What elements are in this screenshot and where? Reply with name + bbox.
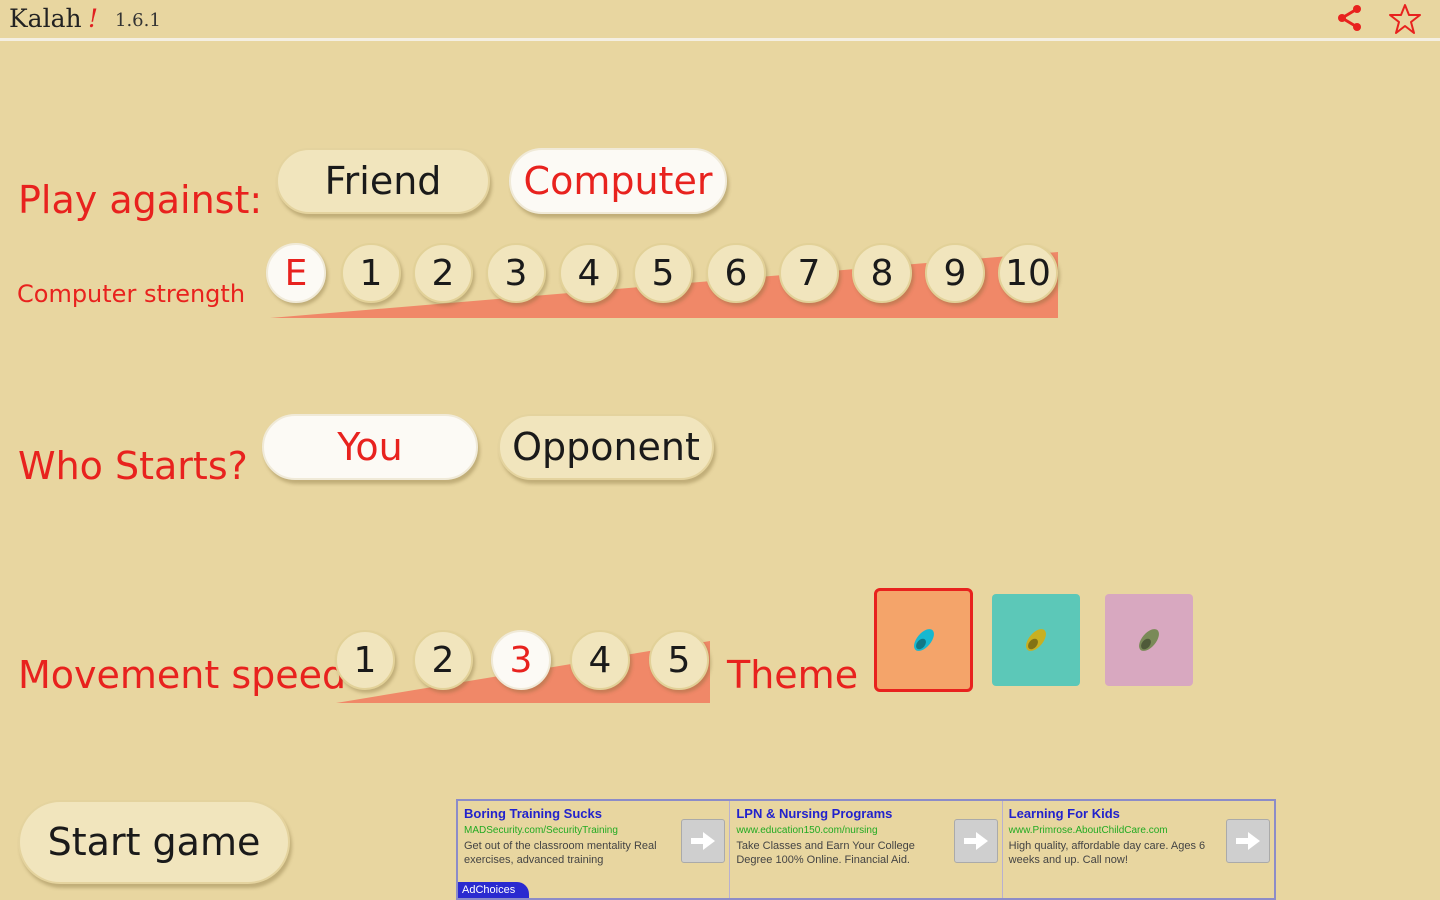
ad-item[interactable]: Learning For Kids www.Primrose.AboutChil… bbox=[1003, 801, 1274, 898]
ad-banner[interactable]: Boring Training Sucks MADSecurity.com/Se… bbox=[456, 799, 1276, 900]
speed-level-4[interactable]: 4 bbox=[570, 630, 630, 690]
app-title: Kalah bbox=[9, 4, 82, 33]
theme-label: Theme bbox=[727, 653, 859, 697]
app-version: 1.6.1 bbox=[115, 10, 161, 31]
theme-orange-tile[interactable] bbox=[874, 588, 973, 692]
seed-icon bbox=[1026, 629, 1046, 651]
share-icon[interactable] bbox=[1336, 4, 1364, 32]
strength-level-1[interactable]: 1 bbox=[341, 243, 401, 303]
arrow-right-icon[interactable] bbox=[953, 819, 998, 863]
ad-description: High quality, affordable day care. Ages … bbox=[1008, 840, 1206, 866]
speed-level-1[interactable]: 1 bbox=[335, 630, 395, 690]
seed-icon bbox=[1139, 629, 1159, 651]
strength-level-2[interactable]: 2 bbox=[413, 243, 473, 303]
strength-level-E[interactable]: E bbox=[266, 243, 326, 303]
speed-level-5[interactable]: 5 bbox=[649, 630, 709, 690]
ad-description: Get out of the classroom mentality Real … bbox=[464, 840, 657, 866]
title-bar bbox=[0, 0, 1440, 41]
arrow-right-icon[interactable] bbox=[1225, 819, 1270, 863]
strength-level-4[interactable]: 4 bbox=[559, 243, 619, 303]
ad-item[interactable]: LPN & Nursing Programs www.education150.… bbox=[730, 801, 1003, 898]
computer-strength-label: Computer strength bbox=[17, 280, 246, 308]
friend-button[interactable]: Friend bbox=[276, 148, 490, 214]
start-game-button[interactable]: Start game bbox=[18, 800, 290, 884]
strength-level-9[interactable]: 9 bbox=[925, 243, 985, 303]
strength-level-3[interactable]: 3 bbox=[486, 243, 546, 303]
strength-level-5[interactable]: 5 bbox=[633, 243, 693, 303]
strength-level-6[interactable]: 6 bbox=[706, 243, 766, 303]
play-against-label: Play against: bbox=[18, 178, 263, 222]
theme-pink-tile[interactable] bbox=[1105, 594, 1193, 686]
strength-level-8[interactable]: 8 bbox=[852, 243, 912, 303]
seed-icon bbox=[913, 629, 934, 651]
ad-item[interactable]: Boring Training Sucks MADSecurity.com/Se… bbox=[458, 801, 731, 898]
computer-button[interactable]: Computer bbox=[509, 148, 727, 214]
strength-level-7[interactable]: 7 bbox=[779, 243, 839, 303]
speed-level-2[interactable]: 2 bbox=[413, 630, 473, 690]
opponent-button[interactable]: Opponent bbox=[498, 414, 714, 480]
speed-level-3[interactable]: 3 bbox=[491, 630, 551, 690]
theme-teal-tile[interactable] bbox=[992, 594, 1080, 686]
star-icon[interactable] bbox=[1388, 2, 1422, 36]
ad-description: Take Classes and Earn Your College Degre… bbox=[736, 840, 915, 866]
adchoices-badge[interactable]: AdChoices bbox=[458, 882, 530, 898]
app-title-bang: ! bbox=[88, 4, 99, 33]
arrow-right-icon[interactable] bbox=[681, 819, 726, 863]
movement-speed-label: Movement speed bbox=[18, 653, 347, 697]
strength-level-10[interactable]: 10 bbox=[998, 243, 1058, 303]
you-button[interactable]: You bbox=[262, 414, 478, 480]
who-starts-label: Who Starts? bbox=[18, 444, 248, 488]
